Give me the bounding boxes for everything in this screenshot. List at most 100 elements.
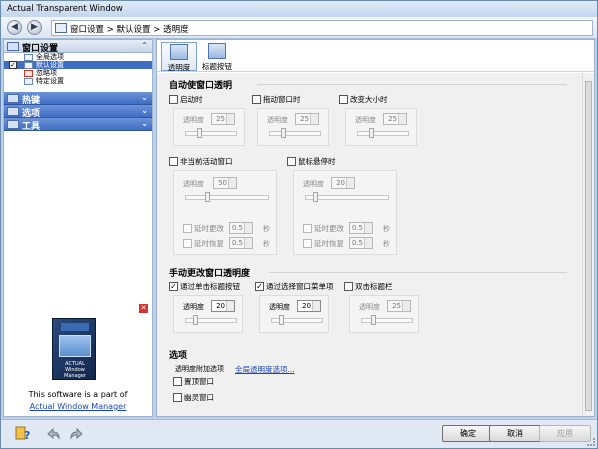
- topmost-checkbox[interactable]: 置顶窗口: [173, 377, 214, 386]
- resize-grip[interactable]: [587, 438, 595, 446]
- sidebar-group-window-settings[interactable]: 窗口设置 ⌃: [4, 40, 152, 54]
- slider-knob[interactable]: [313, 192, 318, 202]
- inactive-delay-restore-checkbox[interactable]: 延时恢复: [183, 239, 224, 248]
- chevron-up-icon[interactable]: ⌃: [141, 41, 148, 50]
- resize-checkbox[interactable]: 改变大小时: [339, 95, 388, 104]
- slider-knob[interactable]: [193, 315, 198, 325]
- sidebar-group-options[interactable]: 选项 ⌄: [4, 105, 152, 119]
- help-icon[interactable]: ?: [15, 425, 31, 441]
- hover-delay-restore-spinner[interactable]: 0.5: [349, 237, 373, 249]
- startup-checkbox[interactable]: 启动时: [169, 95, 203, 104]
- tab-title-buttons[interactable]: 标题按钮: [199, 42, 235, 71]
- breadcrumb-item-transparency[interactable]: 透明度: [163, 25, 189, 35]
- slider-knob[interactable]: [371, 315, 376, 325]
- checkbox-label: 改变大小时: [350, 95, 388, 104]
- checkbox-box[interactable]: [252, 95, 261, 104]
- inactive-delay-change-checkbox[interactable]: 延时更改: [183, 224, 224, 233]
- opacity-label: 透明度: [183, 116, 204, 124]
- sidebar-item-specific-settings[interactable]: 特定设置: [4, 77, 152, 85]
- slider-knob[interactable]: [279, 315, 284, 325]
- default-settings-icon: [24, 62, 33, 69]
- global-transparency-options-link[interactable]: 全局透明度选项...: [235, 364, 295, 375]
- checkbox-box[interactable]: [303, 224, 312, 233]
- ghost-checkbox[interactable]: 幽灵窗口: [173, 393, 214, 402]
- checkbox-box[interactable]: [183, 224, 192, 233]
- chevron-down-icon[interactable]: ⌄: [141, 119, 148, 128]
- inactive-opacity-slider[interactable]: [185, 195, 269, 200]
- drag-opacity-spinner[interactable]: 25: [295, 113, 319, 125]
- sidebar-item-global-options[interactable]: 全局选项: [4, 53, 152, 61]
- redo-icon[interactable]: [69, 425, 85, 441]
- startup-opacity-slider[interactable]: [185, 131, 237, 136]
- breadcrumb-item-window-settings[interactable]: 窗口设置: [70, 25, 104, 35]
- sidebar-item-ignore-list[interactable]: 忽略项: [4, 69, 152, 77]
- default-settings-checkbox[interactable]: ✓: [9, 61, 17, 69]
- double-click-opacity-spinner[interactable]: 25: [387, 300, 411, 312]
- resize-opacity-spinner[interactable]: 25: [383, 113, 407, 125]
- folder-icon: [55, 23, 67, 33]
- chevron-down-icon[interactable]: ⌄: [141, 106, 148, 115]
- inactive-delay-restore-spinner[interactable]: 0.5: [229, 237, 253, 249]
- checkbox-box[interactable]: ✓: [169, 282, 178, 291]
- tab-bar: 透明度 标题按钮: [157, 40, 594, 72]
- title-button-checkbox[interactable]: ✓ 通过单击标题按钮: [169, 282, 240, 291]
- checkbox-box[interactable]: [344, 282, 353, 291]
- breadcrumb-separator: >: [153, 25, 161, 35]
- inactive-checkbox[interactable]: 非当前活动窗口: [169, 157, 233, 166]
- sidebar-group-hotkeys[interactable]: 热键 ⌄: [4, 92, 152, 106]
- checkbox-label: 置顶窗口: [184, 377, 214, 386]
- chevron-down-icon[interactable]: ⌄: [141, 93, 148, 102]
- promo-link[interactable]: Actual Window Manager: [4, 402, 152, 411]
- sidebar-group-tools[interactable]: 工具 ⌄: [4, 118, 152, 132]
- slider-knob[interactable]: [205, 192, 210, 202]
- hover-delay-restore-checkbox[interactable]: 延时恢复: [303, 239, 344, 248]
- title-buttons-icon: [208, 43, 226, 59]
- close-icon[interactable]: ✕: [139, 304, 148, 313]
- drag-opacity-slider[interactable]: [269, 131, 321, 136]
- checkbox-box[interactable]: [339, 95, 348, 104]
- tab-transparency[interactable]: 透明度: [161, 42, 197, 72]
- resize-opacity-slider[interactable]: [357, 131, 409, 136]
- sidebar-item-default-settings[interactable]: ✓ 默认设置: [4, 61, 152, 69]
- slider-knob[interactable]: [369, 128, 374, 138]
- checkbox-box[interactable]: [287, 157, 296, 166]
- menu-item-checkbox[interactable]: ✓ 通过选择窗口菜单项: [255, 282, 334, 291]
- drag-checkbox[interactable]: 拖动窗口时: [252, 95, 301, 104]
- checkbox-box[interactable]: ✓: [255, 282, 264, 291]
- apply-button[interactable]: 应用: [539, 425, 591, 442]
- opacity-label: 透明度: [269, 303, 290, 311]
- vertical-scrollbar[interactable]: [582, 73, 594, 416]
- back-button[interactable]: ◀: [7, 20, 22, 35]
- forward-button[interactable]: ▶: [27, 20, 42, 35]
- checkbox-box[interactable]: [169, 95, 178, 104]
- hover-checkbox[interactable]: 鼠标悬停时: [287, 157, 336, 166]
- inactive-opacity-spinner[interactable]: 50: [213, 177, 237, 189]
- checkbox-box[interactable]: [183, 239, 192, 248]
- checkbox-box[interactable]: [173, 393, 182, 402]
- double-click-opacity-slider[interactable]: [361, 318, 413, 323]
- startup-opacity-spinner[interactable]: 25: [211, 113, 235, 125]
- double-click-checkbox[interactable]: 双击标题栏: [344, 282, 393, 291]
- cancel-button[interactable]: 取消: [489, 425, 541, 442]
- ignore-icon: [24, 70, 33, 77]
- breadcrumb-item-default-settings[interactable]: 默认设置: [117, 25, 151, 35]
- checkbox-box[interactable]: [303, 239, 312, 248]
- inactive-delay-change-spinner[interactable]: 0.5: [229, 222, 253, 234]
- slider-knob[interactable]: [281, 128, 286, 138]
- menu-opacity-spinner[interactable]: 20: [297, 300, 321, 312]
- scrollbar-thumb[interactable]: [585, 81, 592, 411]
- hover-delay-change-checkbox[interactable]: 延时更改: [303, 224, 344, 233]
- seconds-unit: 秒: [263, 240, 270, 248]
- hover-delay-change-spinner[interactable]: 0.5: [349, 222, 373, 234]
- checkbox-box[interactable]: [173, 377, 182, 386]
- ok-button[interactable]: 确定: [442, 425, 494, 442]
- checkbox-box[interactable]: [169, 157, 178, 166]
- breadcrumb-separator: >: [106, 25, 114, 35]
- slider-knob[interactable]: [197, 128, 202, 138]
- window-settings-icon: [7, 42, 19, 51]
- undo-icon[interactable]: [45, 425, 61, 441]
- title-button-opacity-spinner[interactable]: 20: [211, 300, 235, 312]
- hover-opacity-spinner[interactable]: 20: [331, 177, 355, 189]
- sidebar: 窗口设置 ⌃ 全局选项 ✓ 默认设置 忽略项 特定设置 热键 ⌄ 选项 ⌄ 工具 ⌄ ✕…: [3, 39, 153, 417]
- main-panel: 透明度 标题按钮 自动使窗口透明 启动时 透明度 25 拖动窗口时 透明度 25…: [156, 39, 595, 417]
